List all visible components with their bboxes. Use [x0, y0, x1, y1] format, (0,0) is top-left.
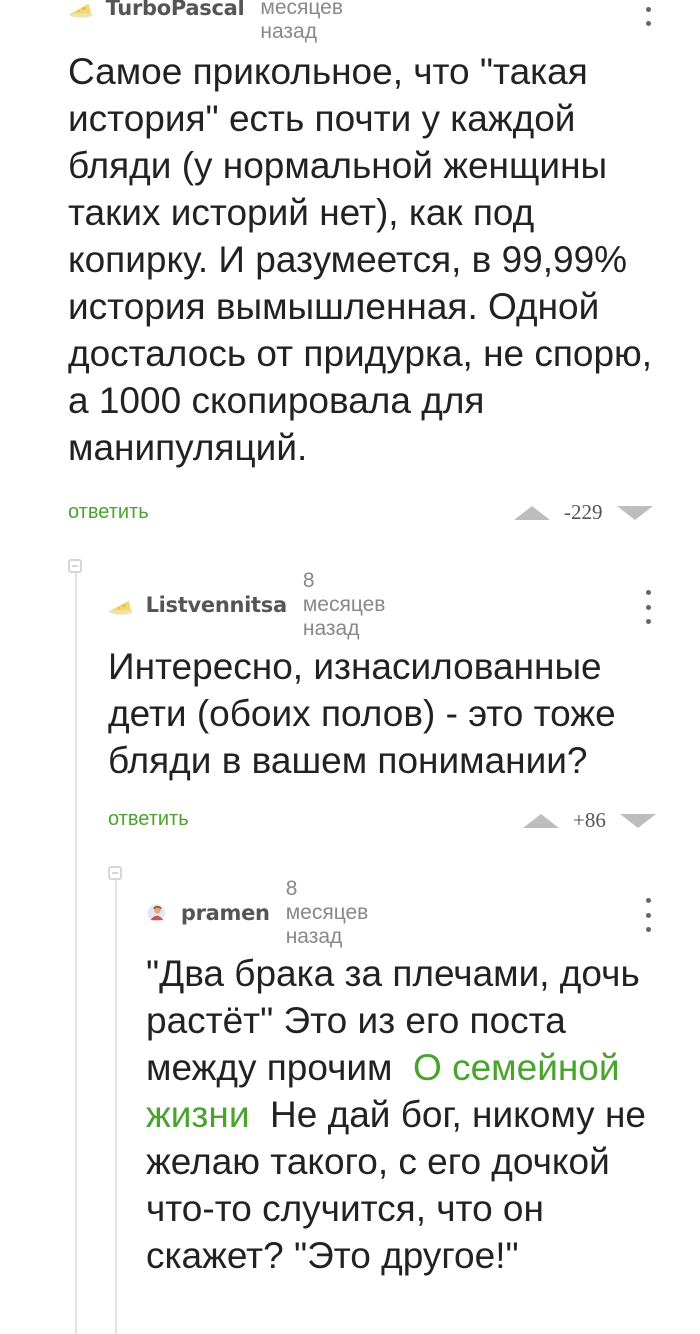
comment-text: Интересно, изнасилованные дети (обоих по…: [108, 646, 616, 781]
collapse-icon[interactable]: [108, 866, 122, 880]
thread-line[interactable]: [115, 880, 117, 1334]
thread-line[interactable]: [75, 570, 77, 1334]
comment-text: "Два брака за плечами, дочь растёт" Это …: [146, 950, 678, 1279]
avatar-person-icon[interactable]: [146, 896, 169, 930]
rating-bar: +86: [523, 808, 656, 833]
reply-button[interactable]: ответить: [108, 808, 189, 831]
collapse-icon[interactable]: [68, 559, 82, 573]
username[interactable]: TurboPascal: [106, 0, 245, 20]
timestamp: 8 месяцев назад: [302, 569, 386, 640]
score: -229: [564, 500, 603, 524]
more-vertical-icon[interactable]: [643, 898, 653, 932]
more-vertical-icon[interactable]: [643, 590, 653, 624]
username[interactable]: pramen: [181, 901, 270, 925]
rating-bar: -229: [514, 500, 653, 525]
timestamp: 8 месяцев назад: [260, 0, 344, 43]
timestamp: 8 месяцев назад: [285, 877, 369, 948]
avatar-cheese-icon[interactable]: [68, 0, 94, 25]
comment-text: Самое прикольное, что "такая история" ес…: [68, 51, 653, 468]
comment-header: pramen 8 месяцев назад: [146, 877, 383, 948]
score: +86: [573, 808, 606, 832]
downvote-icon[interactable]: [616, 505, 653, 520]
reply-button[interactable]: ответить: [68, 501, 149, 524]
upvote-icon[interactable]: [514, 505, 550, 520]
avatar-cheese-icon[interactable]: [108, 588, 134, 622]
comment-header: TurboPascal 8 месяцев назад: [68, 0, 359, 43]
upvote-icon[interactable]: [523, 813, 559, 828]
more-vertical-icon[interactable]: [643, 0, 653, 26]
comment-header: Listvennitsa 8 месяцев назад: [108, 569, 402, 640]
downvote-icon[interactable]: [619, 813, 656, 828]
username[interactable]: Listvennitsa: [146, 593, 288, 617]
